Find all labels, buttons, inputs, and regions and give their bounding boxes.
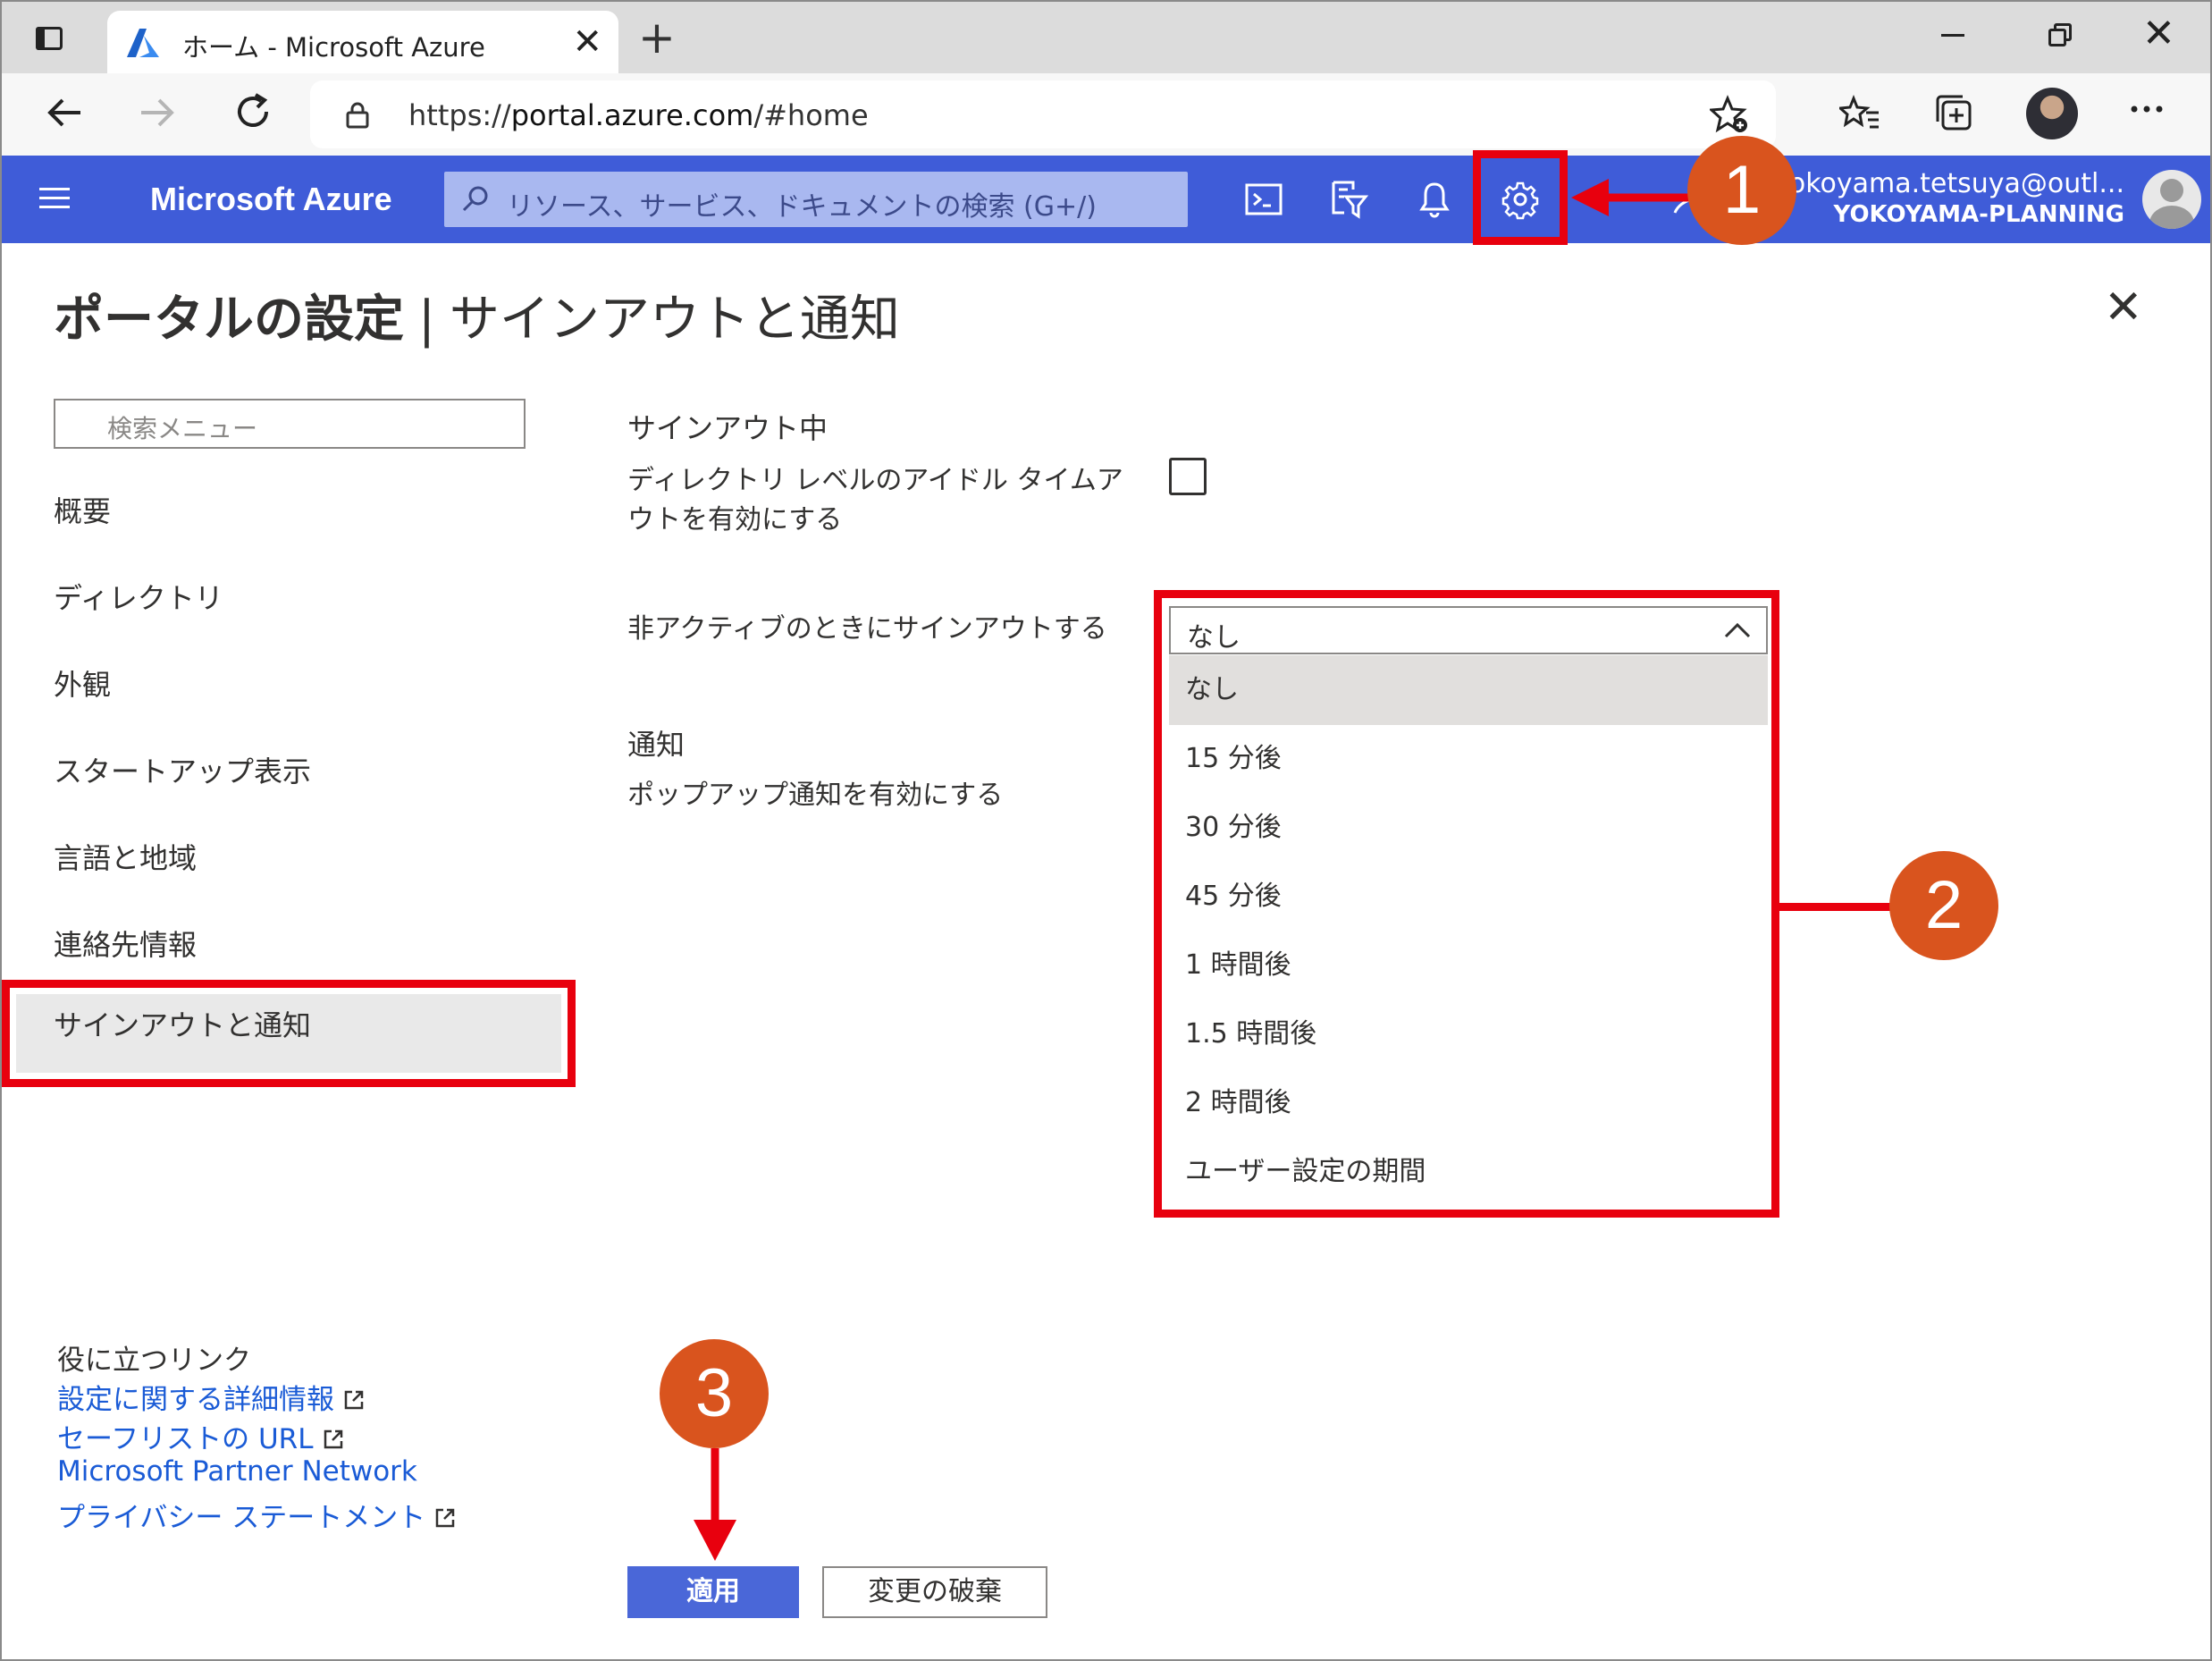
menu-item-overview[interactable]: 概要 [54,489,111,530]
external-link-icon [344,1390,364,1410]
browser-toolbar: https://portal.azure.com/#home [2,73,2210,156]
search-placeholder: リソース、サービス、ドキュメントの検索 (G+/) [507,191,1097,223]
lock-icon[interactable] [346,102,369,129]
idle-timeout-checkbox[interactable] [1169,458,1207,495]
inactive-signout-label: 非アクティブのときにサインアウトする [627,613,1107,645]
menu-search-placeholder: 検索メニュー [107,414,258,443]
arrow-down-icon [694,1448,736,1561]
more-icon[interactable] [2129,104,2165,114]
brand-name[interactable]: Microsoft Azure [150,181,392,218]
link-settings-details[interactable]: 設定に関する詳細情報 [57,1377,365,1417]
external-link-icon [324,1429,342,1449]
useful-links-heading: 役に立つリンク [57,1345,251,1377]
window-close-icon[interactable]: ✕ [2142,9,2175,59]
new-tab-button[interactable]: + [638,13,676,63]
restore-icon[interactable] [2048,23,2072,46]
step-badge-2: 2 [1889,851,1998,960]
link-partner-network[interactable]: Microsoft Partner Network [57,1455,417,1488]
favorites-icon[interactable] [1839,93,1880,134]
add-favorite-icon[interactable] [1710,95,1749,134]
tab-actions-icon[interactable] [29,18,70,59]
directory-filter-icon[interactable] [1326,177,1371,222]
hamburger-menu-icon[interactable] [39,186,70,211]
browser-tab[interactable]: ホーム - Microsoft Azure ✕ [107,11,618,73]
step-badge-1: 1 [1687,136,1796,245]
highlight-dropdown [1154,590,1779,1218]
collections-icon[interactable] [1934,93,1975,134]
azure-header: Microsoft Azure リソース、サービス、ドキュメントの検索 (G+/… [2,156,2210,243]
close-icon[interactable]: ✕ [2104,281,2143,334]
cloud-shell-icon[interactable] [1241,177,1286,222]
step-badge-3: 3 [660,1339,769,1448]
back-icon[interactable] [45,93,84,132]
user-directory: YOKOYAMA-PLANNING [1833,201,2124,228]
avatar[interactable] [2142,170,2201,229]
menu-item-contact-info[interactable]: 連絡先情報 [54,923,197,964]
external-link-icon [435,1508,455,1528]
tab-title: ホーム - Microsoft Azure [182,32,485,63]
link-privacy-statement[interactable]: プライバシー ステートメント [57,1495,456,1535]
browser-window: ホーム - Microsoft Azure ✕ + ✕ https://port… [0,0,2212,1661]
page-title: ポータルの設定 | サインアウトと通知 [54,291,900,349]
highlight-settings-gear [1473,150,1568,245]
menu-item-appearance[interactable]: 外観 [54,662,111,704]
minimize-icon[interactable] [1941,34,1964,37]
menu-search-input[interactable]: 検索メニュー [54,399,526,449]
highlight-selected-menu [2,980,576,1087]
refresh-icon[interactable] [232,91,273,132]
search-icon [462,186,488,212]
notifications-icon[interactable] [1412,177,1457,222]
menu-item-startup-view[interactable]: スタートアップ表示 [54,749,311,790]
popup-notifications-label: ポップアップ通知を有効にする [627,780,1004,811]
connector-line [1779,903,1890,911]
azure-logo-icon [127,29,159,57]
profile-icon[interactable] [2026,88,2078,139]
apply-button[interactable]: 適用 [627,1566,799,1618]
global-search-input[interactable]: リソース、サービス、ドキュメントの検索 (G+/) [444,172,1188,227]
url-text[interactable]: https://portal.azure.com/#home [408,98,869,132]
notifications-section-heading: 通知 [627,728,685,762]
menu-item-language-region[interactable]: 言語と地域 [54,836,197,877]
user-email: yokoyama.tetsuya@outl... [1773,168,2124,199]
tab-close-icon[interactable]: ✕ [572,21,602,63]
account-info[interactable]: yokoyama.tetsuya@outl... YOKOYAMA-PLANNI… [1773,168,2124,228]
tab-strip: ホーム - Microsoft Azure ✕ + ✕ [2,2,2210,73]
idle-timeout-label: ディレクトリ レベルのアイドル タイムアウトを有効にする [627,465,1123,535]
signout-section-heading: サインアウト中 [627,411,828,445]
address-bar[interactable]: https://portal.azure.com/#home [310,80,1776,148]
link-safelist-url[interactable]: セーフリストの URL [57,1416,344,1456]
arrow-left-icon [1571,179,1693,216]
discard-changes-button[interactable]: 変更の破棄 [822,1566,1047,1618]
forward-icon[interactable] [138,93,177,132]
menu-item-directory[interactable]: ディレクトリ [54,576,223,617]
